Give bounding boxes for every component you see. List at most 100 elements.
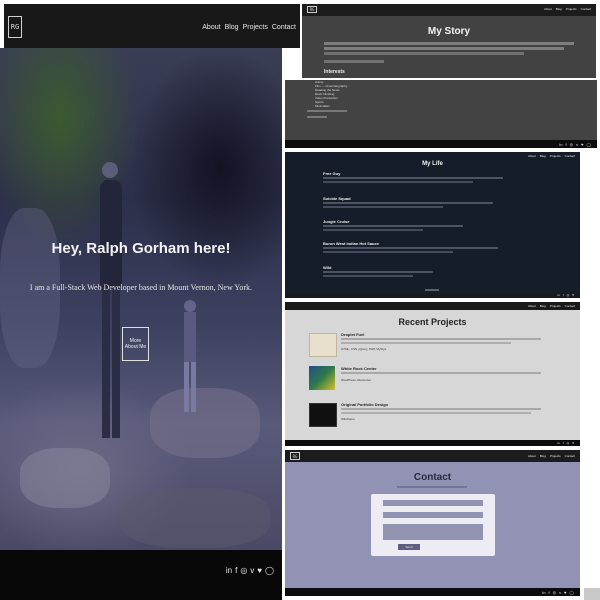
vimeo-icon[interactable]: v [250, 566, 254, 575]
nav-blog[interactable]: Blog [540, 154, 546, 158]
instagram-icon[interactable]: ◎ [240, 566, 247, 575]
send-button[interactable]: Send [398, 544, 420, 550]
story-paragraph-line [324, 52, 524, 55]
project-title[interactable]: Droplet Fuel [341, 332, 364, 337]
github-icon[interactable]: ◯ [265, 566, 274, 575]
more-about-me-button[interactable]: More About Me [122, 327, 149, 361]
my-life-section: About Blog Projects Contact My Life Free… [285, 152, 580, 298]
nav-about[interactable]: About [528, 154, 536, 158]
facebook-icon[interactable]: f [566, 142, 567, 147]
blog-post-title[interactable]: Suicide Squad [323, 196, 351, 201]
nav-contact[interactable]: Contact [565, 454, 575, 458]
nav-blog[interactable]: Blog [225, 24, 239, 31]
story-header: RG About Blog Projects Contact [302, 4, 596, 16]
twitter-icon[interactable]: ♥ [564, 590, 566, 595]
facebook-icon[interactable]: f [235, 566, 237, 575]
nav-contact[interactable]: Contact [565, 304, 575, 308]
projects-nav: About Blog Projects Contact [528, 304, 575, 308]
nav-projects[interactable]: Projects [550, 154, 561, 158]
linkedin-icon[interactable]: in [557, 293, 559, 297]
project-title[interactable]: White Rock Center [341, 366, 377, 371]
hiker-figure [100, 162, 122, 438]
blog-post-title[interactable]: Wild [323, 265, 331, 270]
vimeo-icon[interactable]: v [576, 142, 578, 147]
nav-projects[interactable]: Projects [243, 24, 268, 31]
contact-social-links: in f ◎ v ♥ ◯ [542, 590, 574, 595]
nav-contact[interactable]: Contact [565, 154, 575, 158]
nav-blog[interactable]: Blog [540, 304, 546, 308]
blog-excerpt-line [323, 247, 498, 249]
project-desc-line [341, 408, 541, 410]
pagination[interactable] [425, 289, 439, 291]
blog-excerpt-line [323, 275, 413, 277]
linkedin-icon[interactable]: in [226, 566, 232, 575]
instagram-icon[interactable]: ◎ [567, 441, 570, 445]
hero-footer: in f ◎ v ♥ ◯ [0, 550, 282, 600]
life-social-links: in f ◎ ♥ [557, 293, 574, 297]
project-tags: HTML, CSS, jQuery, PHP, MySQL [341, 347, 387, 351]
site-logo[interactable]: RG [8, 16, 22, 38]
projects-header: About Blog Projects Contact [285, 302, 580, 310]
blog-excerpt-line [323, 271, 433, 273]
nav-projects[interactable]: Projects [550, 304, 561, 308]
project-thumbnail[interactable] [309, 333, 337, 357]
blog-post-title[interactable]: Free Guy [323, 171, 340, 176]
site-logo[interactable]: RG [290, 452, 300, 460]
linkedin-icon[interactable]: in [542, 590, 545, 595]
interest-item: Minimalism [315, 104, 330, 108]
twitter-icon[interactable]: ♥ [572, 441, 574, 445]
hero-headline: Hey, Ralph Gorham here! [51, 240, 231, 257]
instagram-icon[interactable]: ◎ [570, 142, 574, 147]
twitter-icon[interactable]: ♥ [572, 293, 574, 297]
projects-social-links: in f ◎ ♥ [557, 441, 574, 445]
nav-contact[interactable]: Contact [272, 24, 296, 31]
story-paragraph-line [307, 116, 327, 118]
facebook-icon[interactable]: f [563, 441, 564, 445]
hero-background-photo: Hey, Ralph Gorham here! I am a Full-Stac… [0, 48, 282, 550]
blog-excerpt-line [323, 177, 503, 179]
twitter-icon[interactable]: ♥ [581, 142, 583, 147]
project-thumbnail[interactable] [309, 366, 335, 390]
nav-about[interactable]: About [202, 24, 220, 31]
story-social-links: in f ◎ v ♥ ◯ [559, 142, 591, 147]
life-title: My Life [422, 161, 443, 167]
blog-post-title[interactable]: Jungle Cruise [323, 219, 349, 224]
message-field[interactable] [383, 524, 483, 540]
story-paragraph-line [307, 110, 347, 112]
project-desc-line [341, 342, 511, 344]
nav-blog[interactable]: Blog [540, 454, 546, 458]
instagram-icon[interactable]: ◎ [553, 590, 557, 595]
linkedin-icon[interactable]: in [559, 142, 562, 147]
github-icon[interactable]: ◯ [570, 590, 574, 595]
name-field[interactable] [383, 500, 483, 506]
story-paragraph-line [324, 42, 574, 45]
story-paragraph-line [324, 60, 384, 63]
nav-about[interactable]: About [528, 454, 536, 458]
nav-about[interactable]: About [544, 7, 552, 11]
project-title[interactable]: Original Portfolio Design [341, 402, 388, 407]
rock-shape [150, 388, 260, 458]
nav-about[interactable]: About [528, 304, 536, 308]
hero-social-links: in f ◎ v ♥ ◯ [226, 566, 274, 575]
github-icon[interactable]: ◯ [587, 142, 591, 147]
site-logo[interactable]: RG [307, 6, 317, 13]
instagram-icon[interactable]: ◎ [567, 293, 570, 297]
twitter-icon[interactable]: ♥ [257, 566, 262, 575]
recent-projects-section: About Blog Projects Contact Recent Proje… [285, 302, 580, 446]
facebook-icon[interactable]: f [549, 590, 550, 595]
blog-post-title[interactable]: Buron West Indian Hot Sauce [323, 241, 379, 246]
story-nav: About Blog Projects Contact [544, 7, 591, 11]
project-thumbnail[interactable] [309, 403, 337, 427]
contact-section: RG About Blog Projects Contact Contact S… [285, 450, 580, 596]
project-tags: WordPress, Elementor [341, 378, 372, 382]
nav-projects[interactable]: Projects [550, 454, 561, 458]
linkedin-icon[interactable]: in [557, 441, 559, 445]
facebook-icon[interactable]: f [563, 293, 564, 297]
nav-projects[interactable]: Projects [566, 7, 577, 11]
project-desc-line [341, 338, 541, 340]
vimeo-icon[interactable]: v [559, 590, 561, 595]
email-field[interactable] [383, 512, 483, 518]
nav-blog[interactable]: Blog [556, 7, 562, 11]
life-footer: in f ◎ ♥ [285, 293, 580, 298]
nav-contact[interactable]: Contact [581, 7, 591, 11]
